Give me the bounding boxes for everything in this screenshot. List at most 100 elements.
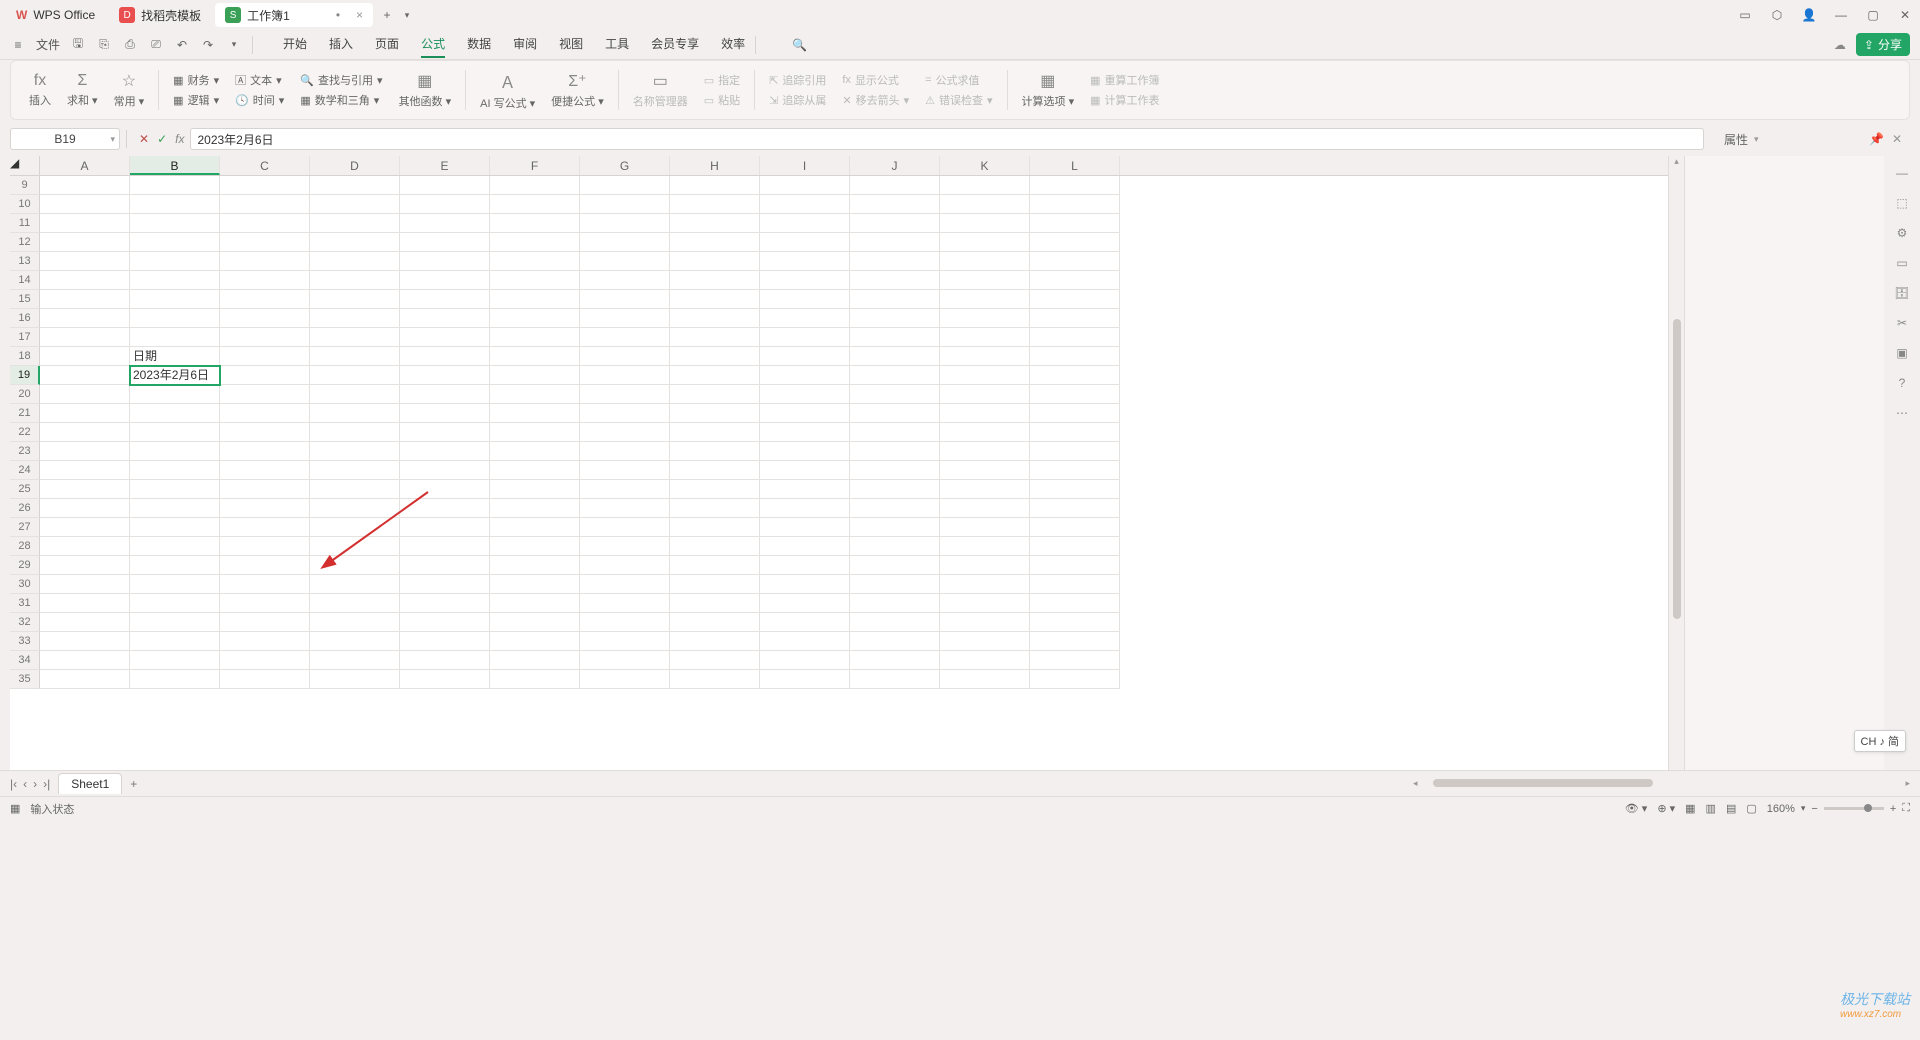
sheet-tab-active[interactable]: Sheet1 [58,773,122,794]
cell[interactable] [670,233,760,252]
cell[interactable] [40,423,130,442]
cell[interactable] [850,594,940,613]
view-normal-icon[interactable]: ▦ [1685,802,1695,815]
cell[interactable] [850,651,940,670]
cell[interactable] [670,499,760,518]
cell[interactable] [850,537,940,556]
cell[interactable] [580,195,670,214]
cell[interactable] [670,366,760,385]
cell[interactable] [580,442,670,461]
cell[interactable] [400,499,490,518]
col-header[interactable]: A [40,156,130,175]
cell[interactable] [40,271,130,290]
cell[interactable] [400,366,490,385]
cell[interactable] [670,423,760,442]
cell[interactable]: 日期 [130,347,220,366]
cell[interactable] [40,499,130,518]
cell[interactable] [490,328,580,347]
col-header[interactable]: C [220,156,310,175]
cell[interactable] [220,442,310,461]
cell[interactable] [760,385,850,404]
cell[interactable] [130,518,220,537]
cell[interactable] [760,632,850,651]
cell[interactable] [400,309,490,328]
cell[interactable] [40,328,130,347]
cell[interactable] [220,233,310,252]
chevron-down-icon[interactable]: ▾ [110,134,115,145]
cell[interactable] [40,176,130,195]
cell[interactable] [670,670,760,689]
cell[interactable] [310,594,400,613]
cell[interactable] [400,347,490,366]
menu-icon[interactable]: ≡ [10,37,26,53]
cell[interactable] [220,290,310,309]
save-icon[interactable]: 🖫 [70,37,86,53]
cell[interactable] [850,613,940,632]
cell[interactable] [310,214,400,233]
sheet-first-icon[interactable]: |‹ [10,777,17,791]
cell[interactable] [760,594,850,613]
cell[interactable] [760,290,850,309]
cell[interactable] [580,214,670,233]
cell[interactable] [940,461,1030,480]
cell[interactable] [40,537,130,556]
cell[interactable] [760,670,850,689]
ribbon-tab-工具[interactable]: 工具 [605,31,629,58]
cell[interactable] [490,499,580,518]
cell[interactable] [310,632,400,651]
cell[interactable] [310,651,400,670]
cell[interactable] [220,518,310,537]
cell[interactable] [940,499,1030,518]
cell[interactable] [1030,195,1120,214]
cell[interactable] [220,651,310,670]
cell[interactable] [310,366,400,385]
cell[interactable] [760,233,850,252]
ribbon-other-fn[interactable]: ▦其他函数 ▾ [391,71,460,109]
ribbon-logic[interactable]: ▦ 逻辑 ▾ [173,92,219,108]
cell[interactable] [490,423,580,442]
cell[interactable] [940,233,1030,252]
ribbon-text[interactable]: 🄰 文本 ▾ [235,72,284,88]
row-header[interactable]: 25 [10,480,40,499]
view-break-icon[interactable]: ▤ [1726,802,1736,815]
cell[interactable] [670,575,760,594]
cell[interactable] [580,651,670,670]
cell[interactable] [940,651,1030,670]
cell[interactable] [760,195,850,214]
redo-icon[interactable]: ↷ [200,37,216,53]
row-header[interactable]: 16 [10,309,40,328]
cell[interactable] [850,518,940,537]
cell[interactable] [310,670,400,689]
ribbon-tab-效率[interactable]: 效率 [721,31,745,58]
cell[interactable] [1030,214,1120,233]
cell[interactable] [130,176,220,195]
add-sheet-button[interactable]: + [130,777,137,791]
cell[interactable] [130,252,220,271]
cell[interactable] [1030,480,1120,499]
cell[interactable] [940,195,1030,214]
cell[interactable] [760,537,850,556]
scroll-thumb[interactable] [1673,319,1681,619]
more-icon[interactable]: ⋯ [1896,406,1908,420]
cell[interactable] [400,233,490,252]
ribbon-tab-插入[interactable]: 插入 [329,31,353,58]
ribbon-insert-fn[interactable]: fx插入 [21,72,59,108]
ribbon-calc-options[interactable]: ▦计算选项 ▾ [1014,71,1083,109]
cell[interactable] [130,575,220,594]
cell[interactable] [400,518,490,537]
cell[interactable] [850,480,940,499]
cell[interactable] [130,480,220,499]
ribbon-sum[interactable]: Σ求和 ▾ [59,72,106,108]
row-header[interactable]: 32 [10,613,40,632]
ribbon-tab-会员专享[interactable]: 会员专享 [651,31,699,58]
cell[interactable] [310,290,400,309]
cell[interactable] [130,423,220,442]
cell[interactable] [940,404,1030,423]
maximize-button[interactable]: ▢ [1864,8,1882,22]
cell[interactable] [220,461,310,480]
ribbon-common[interactable]: ☆常用 ▾ [106,71,153,109]
cell[interactable] [670,556,760,575]
cell[interactable] [670,271,760,290]
cell[interactable] [850,442,940,461]
cell[interactable] [490,252,580,271]
